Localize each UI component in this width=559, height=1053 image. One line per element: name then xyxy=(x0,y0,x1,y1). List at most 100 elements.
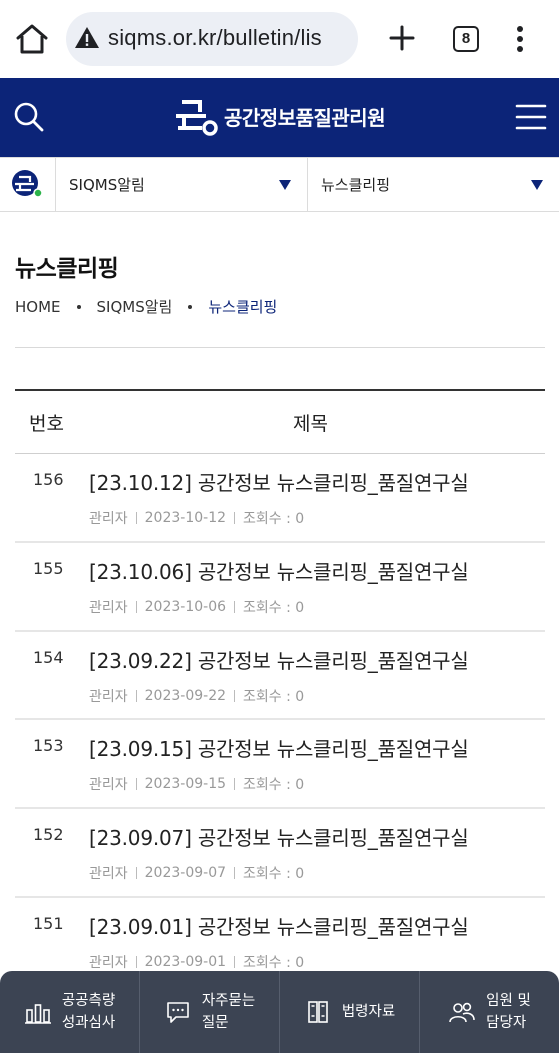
logo-mark-icon xyxy=(12,170,43,198)
post-author: 관리자 xyxy=(89,777,128,794)
post-title-link[interactable]: [23.09.15] 공간정보 뉴스클리핑_품질연구실 xyxy=(89,733,469,762)
post-number: 154 xyxy=(33,647,64,667)
nav-staff[interactable]: 임원 및 담당자 xyxy=(420,971,559,1053)
hamburger-menu-icon[interactable] xyxy=(515,102,547,132)
post-number: 153 xyxy=(33,736,64,756)
nav-label: 자주묻는 질문 xyxy=(202,990,255,1034)
post-title-link[interactable]: [23.09.01] 공간정보 뉴스클리핑_품질연구실 xyxy=(89,911,469,940)
post-author: 관리자 xyxy=(89,954,128,971)
post-number: 156 xyxy=(33,470,64,489)
post-author: 관리자 xyxy=(89,866,128,883)
post-views: 조회수 : 0 xyxy=(243,954,305,971)
caret-down-icon xyxy=(279,179,291,190)
breadcrumb-current[interactable]: 뉴스클리핑 xyxy=(208,296,277,317)
warning-icon[interactable] xyxy=(74,26,100,50)
post-number: 155 xyxy=(33,558,64,578)
board-dropdown[interactable]: 뉴스클리핑 xyxy=(308,158,559,211)
breadcrumb: HOME SIQMS알림 뉴스클리핑 xyxy=(15,296,277,317)
column-header-title: 제목 xyxy=(293,413,328,435)
home-icon[interactable] xyxy=(14,22,50,56)
column-header-number: 번호 xyxy=(29,413,64,435)
breadcrumb-category[interactable]: SIQMS알림 xyxy=(97,296,173,317)
nav-label-line: 법령자료 xyxy=(341,1004,396,1020)
category-dropdown[interactable]: SIQMS알림 xyxy=(56,158,308,211)
post-title-link[interactable]: [23.10.12] 공간정보 뉴스클리핑_품질연구실 xyxy=(89,467,469,496)
table-row[interactable]: 155 [23.10.06] 공간정보 뉴스클리핑_품질연구실 관리자 2023… xyxy=(15,543,545,632)
post-views: 조회수 : 0 xyxy=(243,599,305,616)
book-icon xyxy=(308,1001,328,1023)
browser-toolbar: siqms.or.kr/bulletin/lis 8 xyxy=(0,0,559,78)
table-row[interactable]: 156 [23.10.12] 공간정보 뉴스클리핑_품질연구실 관리자 2023… xyxy=(15,454,545,543)
table-row[interactable]: 153 [23.09.15] 공간정보 뉴스클리핑_품질연구실 관리자 2023… xyxy=(15,720,545,810)
bar-chart-icon xyxy=(24,1004,51,1024)
meta-separator xyxy=(135,955,137,968)
bottom-quick-menu: 공공측량 성과심사 자주묻는 질문 법령자료 임원 및 담당자 xyxy=(0,971,559,1053)
post-list: 156 [23.10.12] 공간정보 뉴스클리핑_품질연구실 관리자 2023… xyxy=(15,454,545,987)
post-meta: 관리자 2023-09-01 조회수 : 0 xyxy=(89,952,304,972)
nav-label-line: 임원 및 xyxy=(486,993,531,1009)
site-header: 공간정보품질관리원 xyxy=(0,78,559,157)
meta-separator xyxy=(135,867,137,880)
post-date: 2023-09-15 xyxy=(144,776,227,793)
post-views: 조회수 : 0 xyxy=(243,777,305,794)
post-author: 관리자 xyxy=(89,688,128,705)
more-options-icon[interactable] xyxy=(512,24,528,54)
nav-label-line: 공공측량 xyxy=(61,993,116,1009)
nav-label: 법령자료 xyxy=(342,1001,395,1023)
chat-bubble-icon xyxy=(167,1002,189,1023)
post-meta: 관리자 2023-09-22 조회수 : 0 xyxy=(89,686,304,706)
meta-separator xyxy=(234,955,236,968)
post-number: 151 xyxy=(33,913,64,933)
home-logo-button[interactable] xyxy=(0,158,56,211)
nav-label-line: 자주묻는 xyxy=(201,993,256,1009)
post-views: 조회수 : 0 xyxy=(243,866,305,883)
post-number: 152 xyxy=(33,825,64,845)
meta-separator xyxy=(234,689,236,702)
address-bar[interactable]: siqms.or.kr/bulletin/lis xyxy=(66,12,358,66)
site-logo[interactable]: 공간정보품질관리원 xyxy=(172,94,386,138)
post-meta: 관리자 2023-10-12 조회수 : 0 xyxy=(89,508,304,528)
post-date: 2023-09-01 xyxy=(144,953,227,970)
post-date: 2023-10-06 xyxy=(144,598,227,615)
meta-separator xyxy=(234,778,236,791)
post-title-link[interactable]: [23.09.07] 공간정보 뉴스클리핑_품질연구실 xyxy=(89,822,469,851)
table-row[interactable]: 154 [23.09.22] 공간정보 뉴스클리핑_품질연구실 관리자 2023… xyxy=(15,632,545,721)
nav-label: 공공측량 성과심사 xyxy=(62,990,115,1034)
table-header: 번호 제목 xyxy=(15,391,545,454)
board-dropdown-label: 뉴스클리핑 xyxy=(321,176,391,194)
meta-separator xyxy=(135,778,137,791)
breadcrumb-separator xyxy=(76,304,81,309)
post-meta: 관리자 2023-10-06 조회수 : 0 xyxy=(89,597,304,617)
post-title-link[interactable]: [23.09.22] 공간정보 뉴스클리핑_품질연구실 xyxy=(89,645,469,674)
post-views: 조회수 : 0 xyxy=(243,511,305,527)
post-date: 2023-10-12 xyxy=(144,510,227,526)
tab-switcher-button[interactable]: 8 xyxy=(453,26,479,52)
meta-separator xyxy=(234,867,236,880)
nav-survey-review[interactable]: 공공측량 성과심사 xyxy=(0,971,140,1053)
divider xyxy=(15,347,545,348)
post-date: 2023-09-22 xyxy=(144,687,227,704)
meta-separator xyxy=(135,689,137,702)
logo-mark-icon xyxy=(176,100,218,136)
nav-legal-materials[interactable]: 법령자료 xyxy=(280,971,420,1053)
new-tab-icon[interactable] xyxy=(386,22,418,54)
site-name: 공간정보품질관리원 xyxy=(224,105,386,130)
meta-separator xyxy=(135,512,137,524)
table-row[interactable]: 152 [23.09.07] 공간정보 뉴스클리핑_품질연구실 관리자 2023… xyxy=(15,809,545,898)
post-date: 2023-09-07 xyxy=(144,865,227,882)
breadcrumb-home[interactable]: HOME xyxy=(15,298,61,316)
post-title-link[interactable]: [23.10.06] 공간정보 뉴스클리핑_품질연구실 xyxy=(89,556,469,585)
category-selector-bar: SIQMS알림 뉴스클리핑 xyxy=(0,157,559,212)
meta-separator xyxy=(135,600,137,613)
page-title: 뉴스클리핑 xyxy=(15,256,119,282)
meta-separator xyxy=(234,600,236,613)
nav-label-line: 질문 xyxy=(201,1015,229,1031)
nav-label-line: 성과심사 xyxy=(61,1015,116,1031)
caret-down-icon xyxy=(531,179,543,190)
nav-faq[interactable]: 자주묻는 질문 xyxy=(140,971,280,1053)
breadcrumb-separator xyxy=(188,304,193,309)
post-views: 조회수 : 0 xyxy=(243,688,305,705)
category-dropdown-label: SIQMS알림 xyxy=(69,176,145,194)
search-icon[interactable] xyxy=(12,100,46,134)
nav-label-line: 담당자 xyxy=(486,1015,527,1031)
